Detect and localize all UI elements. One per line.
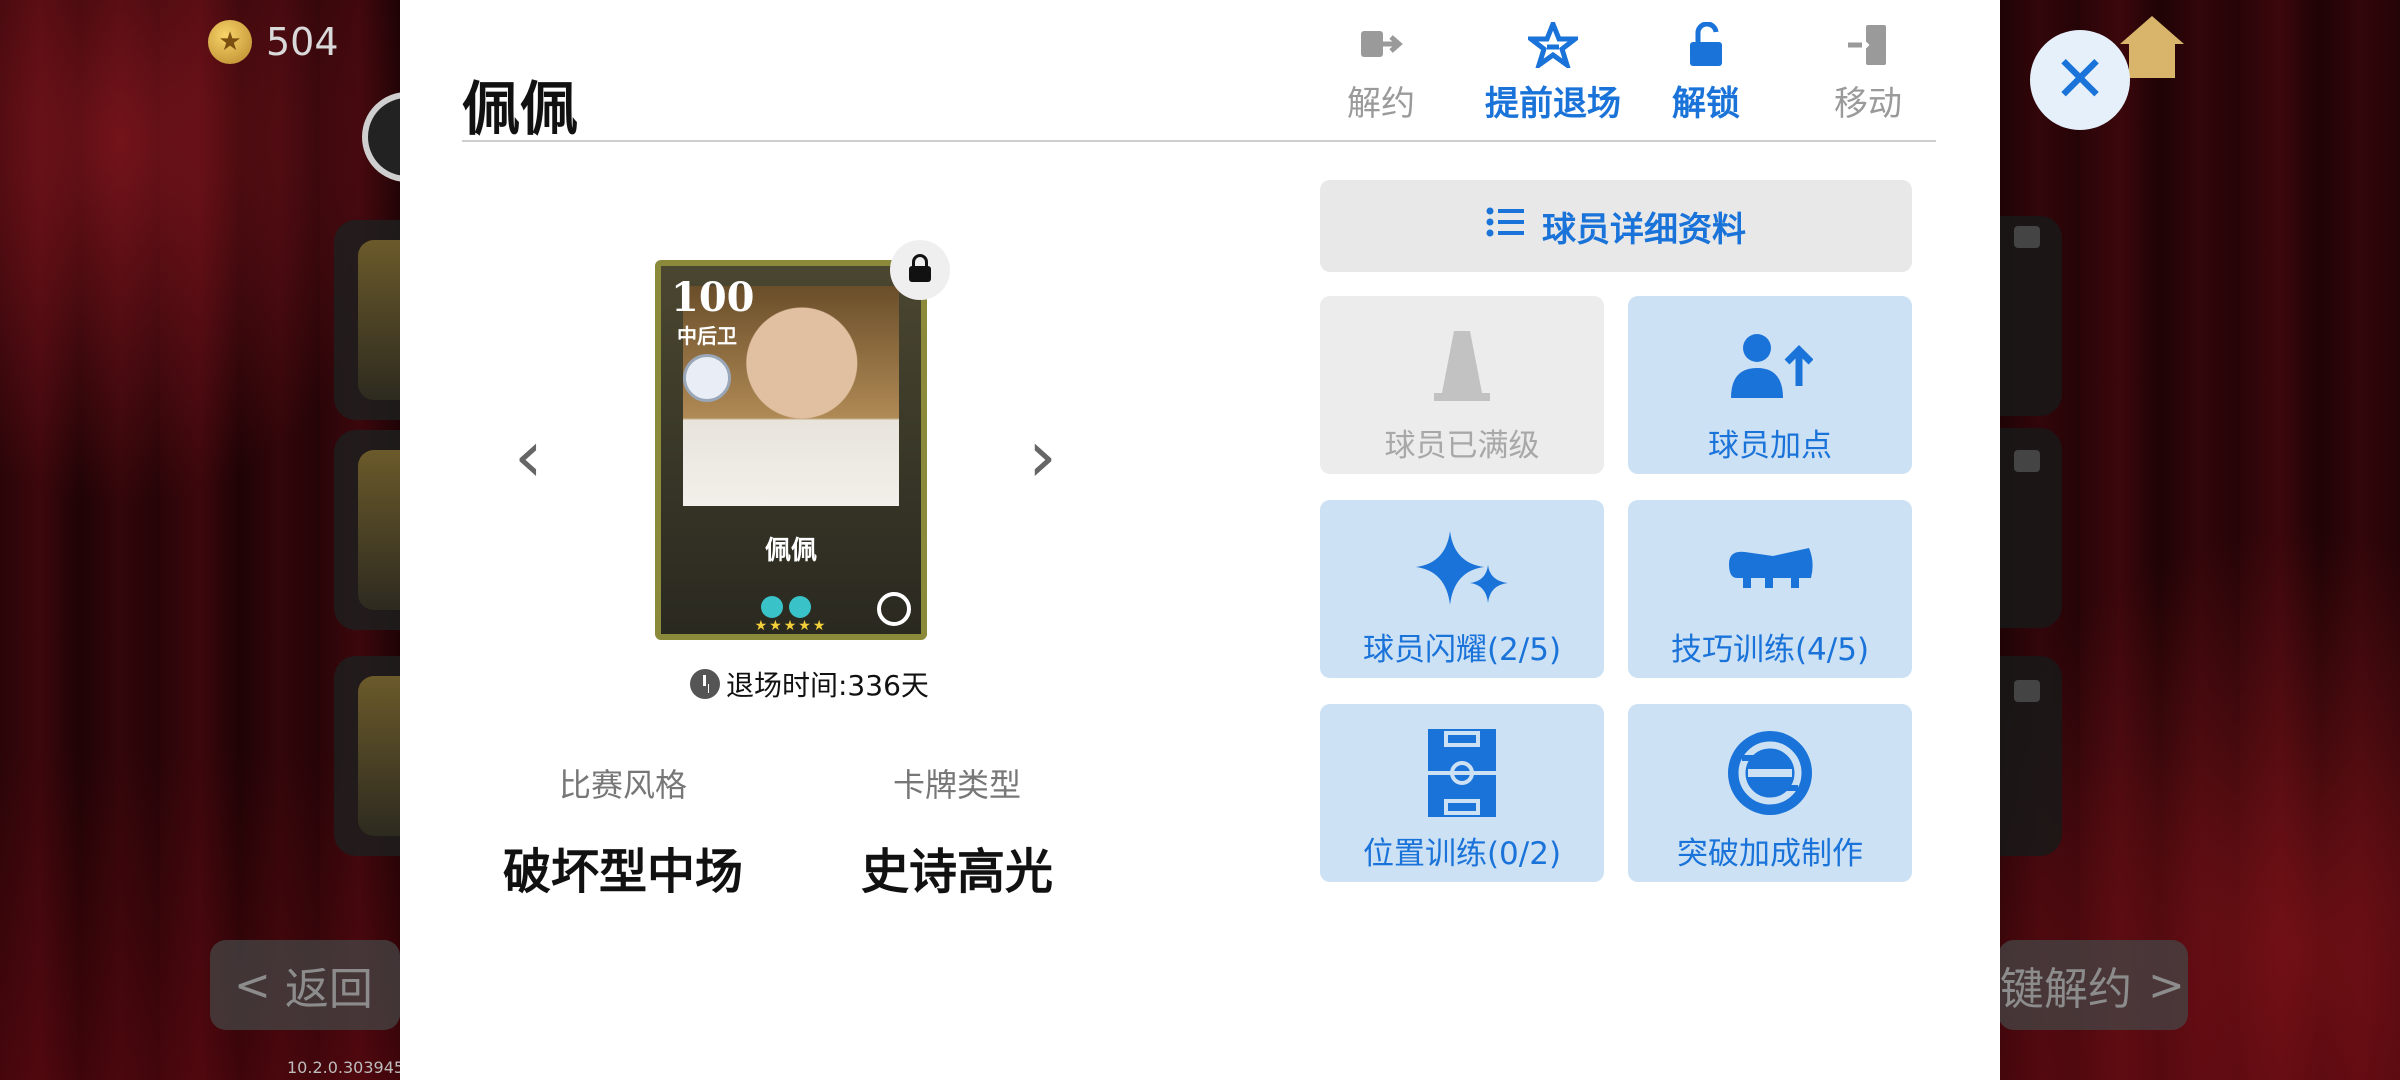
tile-position-training[interactable]: 位置训练(0/2) [1320,704,1604,882]
version-text: 10.2.0.3039452 [287,1058,415,1077]
tile-label: 球员加点 [1708,428,1832,464]
tile-boost-creation[interactable]: 突破加成制作 [1628,704,1912,882]
chevron-right-icon: > [2148,959,2185,1011]
action-unlock[interactable]: 解锁 [1641,18,1771,125]
tile-player-points[interactable]: 球员加点 [1628,296,1912,474]
tile-player-shine[interactable]: 球员闪耀(2/5) [1320,500,1604,678]
pitch-icon [1320,728,1604,818]
player-card[interactable]: 100 中后卫 佩佩 ★★★★★ [655,260,927,640]
tile-skill-training[interactable]: 技巧训练(4/5) [1628,500,1912,678]
close-icon[interactable]: ✕ [2030,30,2130,130]
stat-card-type: 卡牌类型 史诗高光 [827,760,1087,902]
boot-icon [1628,524,1912,614]
bulk-release-label: 键解约 [2000,964,2132,1015]
card-player-name: 佩佩 [764,536,817,566]
header-divider [462,140,1936,142]
stat-label: 卡牌类型 [892,766,1021,804]
action-label: 解锁 [1672,84,1740,124]
card-rating: 100 [671,274,755,321]
prev-player-arrow[interactable]: ‹ [514,420,543,492]
back-button[interactable]: < 返回 [210,940,400,1030]
tile-label: 技巧训练(4/5) [1670,632,1870,668]
action-label: 提前退场 [1485,84,1621,124]
next-player-arrow[interactable]: › [1028,420,1057,492]
tile-label: 突破加成制作 [1677,836,1863,872]
page-title: 佩佩 [462,75,579,143]
action-label: 移动 [1834,84,1902,124]
sparkle-icon [1320,524,1604,614]
action-label: 解约 [1347,84,1415,124]
card-lock-icon[interactable] [890,240,950,300]
coin-counter: ★ 504 [208,20,339,64]
coin-icon: ★ [208,20,252,64]
player-details-label: 球员详细资料 [1542,209,1746,250]
cone-icon [1320,320,1604,410]
player-detail-panel: 佩佩 解约 提前退场 解锁 移动 ‹ › 100 中后卫 佩佩 ★★★★★ 退场… [400,0,2000,1080]
tile-label: 球员已满级 [1384,428,1540,464]
unlock-icon [1641,18,1771,72]
player-details-button[interactable]: 球员详细资料 [1320,180,1912,272]
club-badge-icon [683,354,731,402]
stat-value: 破坏型中场 [502,844,743,900]
card-position: 中后卫 [677,324,737,348]
lock-icon [2014,680,2040,702]
stat-value: 史诗高光 [860,844,1053,900]
retire-time: 退场时间:336天 [690,664,929,704]
player-plus-icon [1628,320,1912,410]
coin-value: 504 [266,20,339,64]
lock-icon [2014,226,2040,248]
move-icon [1803,18,1933,72]
action-move[interactable]: 移动 [1803,18,1933,125]
home-icon[interactable] [2120,16,2184,78]
efootball-logo-icon [877,592,911,626]
card-gems [761,596,811,618]
action-early-exit[interactable]: 提前退场 [1478,18,1628,125]
star-exit-icon [1478,18,1628,72]
efootball-icon [1628,728,1912,818]
tile-max-level: 球员已满级 [1320,296,1604,474]
stat-play-style: 比赛风格 破坏型中场 [493,760,753,902]
chevron-left-icon: < [234,959,271,1011]
back-label: 返回 [284,964,373,1015]
lock-icon [2014,450,2040,472]
tile-label: 位置训练(0/2) [1362,836,1562,872]
release-icon [1316,18,1446,72]
bulk-release-button[interactable]: 键解约 > [1998,940,2188,1030]
stat-label: 比赛风格 [558,766,687,804]
list-icon [1486,206,1524,246]
retire-time-text: 退场时间:336天 [726,669,929,702]
clock-icon [690,669,720,699]
action-release[interactable]: 解约 [1316,18,1446,125]
tile-label: 球员闪耀(2/5) [1362,632,1562,668]
